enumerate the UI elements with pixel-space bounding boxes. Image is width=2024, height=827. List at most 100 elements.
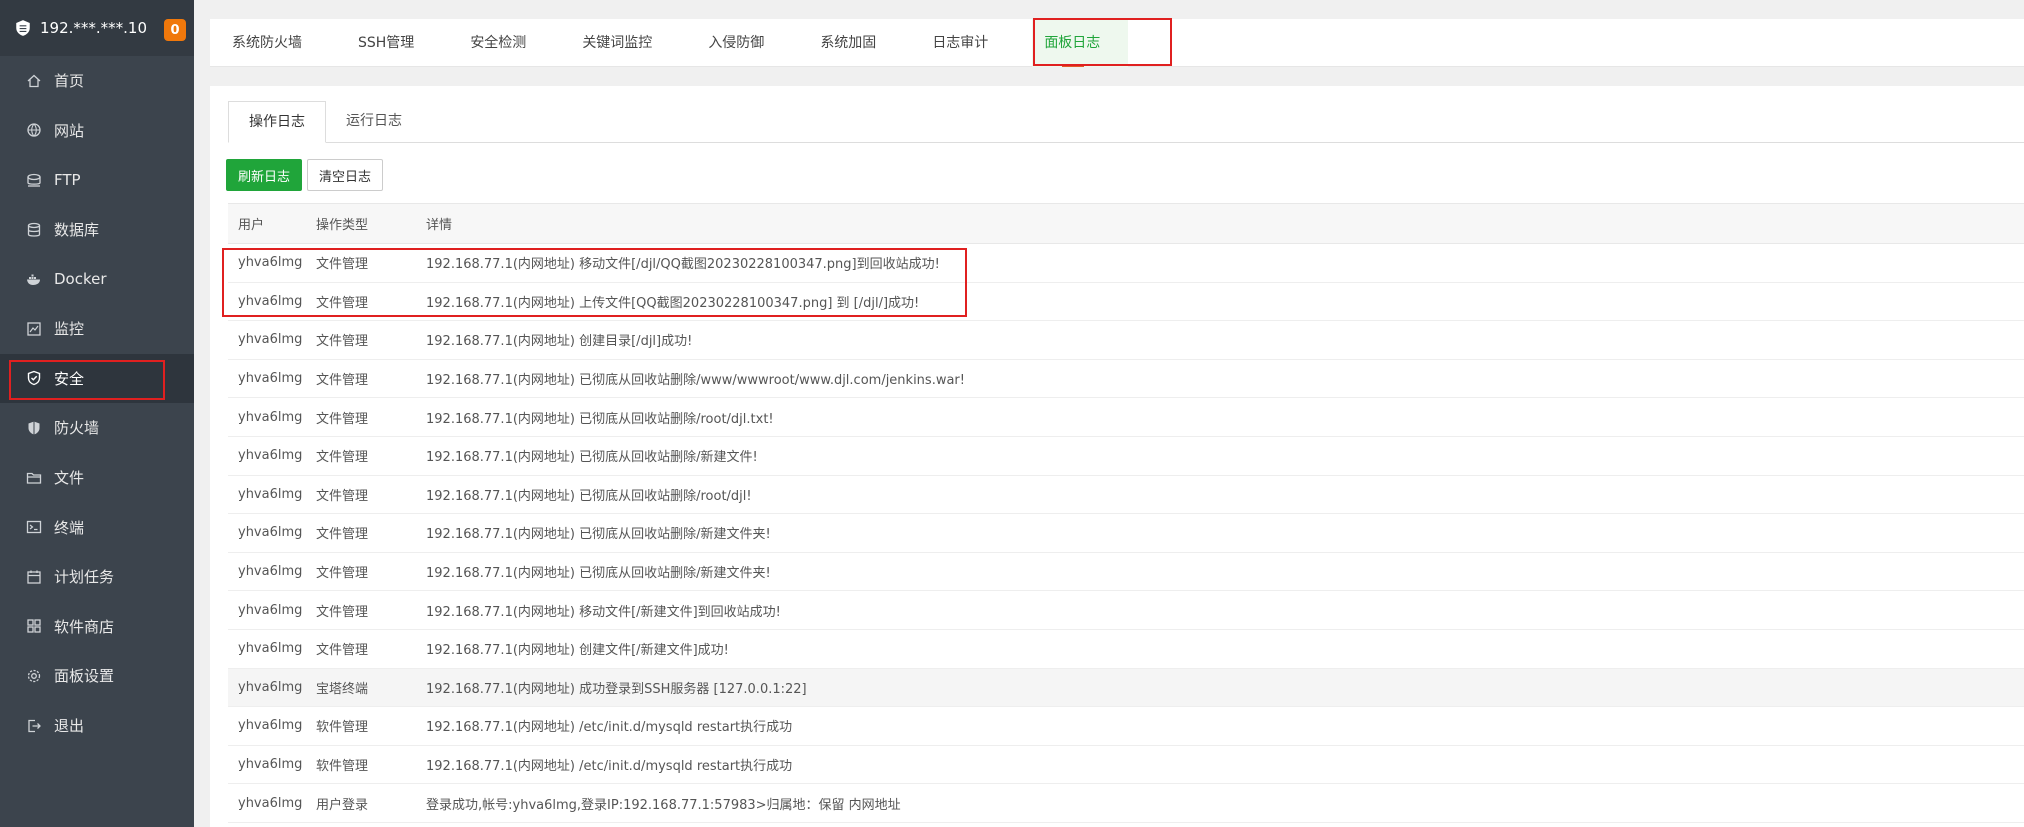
sidebar-item-settings[interactable]: 面板设置 [0, 651, 194, 701]
database-icon [26, 222, 42, 238]
sidebar-nav: 首页 网站 FTP 数据库 Docker 监控 安全 防火墙 文件 终端 计划任… [0, 56, 194, 750]
sidebar-item-label: 文件 [54, 469, 85, 488]
tab-security-check[interactable]: 安全检测 [470, 19, 526, 67]
sidebar-item-files[interactable]: 文件 [0, 453, 194, 503]
table-row: yhva6lmg 文件管理 192.168.77.1(内网地址) 已彻底从回收站删除… [228, 552, 2024, 592]
cell-detail: 192.168.77.1(内网地址) 移动文件[/新建文件]到回收站成功! [416, 590, 2024, 630]
table-row: yhva6lmg 软件管理 192.168.77.1(内网地址) /etc/init… [228, 745, 2024, 785]
sidebar-item-cron[interactable]: 计划任务 [0, 552, 194, 602]
cell-detail: 192.168.77.1(内网地址) 已彻底从回收站删除/新建文件夹! [416, 513, 2024, 553]
tab-log-audit[interactable]: 日志审计 [932, 19, 988, 67]
sidebar-item-logout[interactable]: 退出 [0, 701, 194, 751]
logout-icon [26, 718, 42, 734]
cell-detail: 192.168.77.1(内网地址) 已彻底从回收站删除/新建文件夹! [416, 552, 2024, 592]
sidebar-item-store[interactable]: 软件商店 [0, 602, 194, 652]
tab-operation-log[interactable]: 操作日志 [228, 101, 326, 143]
cell-detail: 192.168.77.1(内网地址) 创建文件[/新建文件]成功! [416, 629, 2024, 669]
cell-detail: 192.168.77.1(内网地址) /etc/init.d/mysqld re… [416, 706, 2024, 746]
cell-user: yhva6lmg [228, 745, 306, 785]
panel-log-card: 操作日志 运行日志 刷新日志 清空日志 用户 操作类型 详情 yhva6lmg 文… [210, 86, 2024, 827]
column-header-type: 操作类型 [306, 203, 416, 244]
tab-system-firewall[interactable]: 系统防火墙 [232, 19, 302, 67]
cell-detail: 192.168.77.1(内网地址) 已彻底从回收站删除/新建文件! [416, 436, 2024, 476]
sidebar-item-security[interactable]: 安全 [0, 353, 194, 404]
server-host: 192.***.***.10 [40, 19, 148, 37]
table-row: yhva6lmg 软件管理 192.168.77.1(内网地址) /etc/init… [228, 706, 2024, 746]
cell-user: yhva6lmg [228, 668, 306, 708]
tab-intrusion-defense[interactable]: 入侵防御 [708, 19, 764, 67]
log-actions: 刷新日志 清空日志 [226, 159, 384, 191]
cell-type: 文件管理 [306, 513, 416, 553]
table-row: yhva6lmg 文件管理 192.168.77.1(内网地址) 创建文件[/新建文… [228, 629, 2024, 669]
sidebar-item-label: 防火墙 [54, 419, 100, 438]
cell-type: 文件管理 [306, 282, 416, 322]
sidebar-item-label: 计划任务 [54, 568, 115, 587]
sidebar-item-label: Docker [54, 270, 107, 289]
sidebar-item-firewall[interactable]: 防火墙 [0, 403, 194, 453]
cell-user: yhva6lmg [228, 590, 306, 630]
table-row: yhva6lmg 宝塔终端 192.168.77.1(内网地址) 成功登录到SSH服… [228, 668, 2024, 708]
cell-type: 宝塔终端 [306, 668, 416, 708]
refresh-log-button[interactable]: 刷新日志 [226, 159, 303, 191]
cell-user: yhva6lmg [228, 475, 306, 515]
sidebar-item-site[interactable]: 网站 [0, 106, 194, 156]
sidebar-item-label: 退出 [54, 717, 85, 736]
server-shield-icon [16, 20, 30, 36]
globe-icon [26, 122, 42, 138]
cell-user: yhva6lmg [228, 783, 306, 823]
cell-type: 文件管理 [306, 629, 416, 669]
cell-type: 文件管理 [306, 590, 416, 630]
cell-user: yhva6lmg [228, 552, 306, 592]
tab-ssh-management[interactable]: SSH管理 [358, 19, 414, 67]
cell-detail: 192.168.77.1(内网地址) 成功登录到SSH服务器 [127.0.0.… [416, 668, 2024, 708]
cell-user: yhva6lmg [228, 243, 306, 283]
docker-icon [26, 271, 42, 287]
sidebar-item-label: 软件商店 [54, 617, 115, 636]
sidebar-item-label: 网站 [54, 121, 85, 140]
cell-detail: 192.168.77.1(内网地址) 移动文件[/djl/QQ截图2023022… [416, 243, 2024, 283]
log-table: 用户 操作类型 详情 yhva6lmg 文件管理 192.168.77.1(内网地址… [228, 203, 2024, 823]
sidebar-item-home[interactable]: 首页 [0, 56, 194, 106]
sidebar-item-terminal[interactable]: 终端 [0, 502, 194, 552]
sidebar-item-label: FTP [54, 170, 81, 189]
cell-user: yhva6lmg [228, 513, 306, 553]
cell-detail: 192.168.77.1(内网地址) 已彻底从回收站删除/www/wwwroot… [416, 359, 2024, 399]
clear-log-button[interactable]: 清空日志 [307, 159, 384, 191]
tab-keyword-monitor[interactable]: 关键词监控 [582, 19, 652, 67]
apps-icon [26, 618, 42, 634]
table-row: yhva6lmg 文件管理 192.168.77.1(内网地址) 上传文件[QQ截图… [228, 282, 2024, 322]
cell-user: yhva6lmg [228, 320, 306, 360]
cell-detail: 192.168.77.1(内网地址) 已彻底从回收站删除/root/djl.tx… [416, 397, 2024, 437]
table-row: yhva6lmg 用户登录 登录成功,帐号:yhva6lmg,登录IP:192.16… [228, 783, 2024, 823]
table-row: yhva6lmg 文件管理 192.168.77.1(内网地址) 已彻底从回收站删除… [228, 397, 2024, 437]
tab-run-log[interactable]: 运行日志 [326, 101, 422, 142]
cell-type: 文件管理 [306, 436, 416, 476]
cell-type: 软件管理 [306, 706, 416, 746]
cell-type: 文件管理 [306, 397, 416, 437]
tab-system-hardening[interactable]: 系统加固 [820, 19, 876, 67]
security-tab-bar: 系统防火墙 SSH管理 安全检测 关键词监控 入侵防御 系统加固 日志审计 面板… [210, 18, 2024, 67]
cell-user: yhva6lmg [228, 359, 306, 399]
sidebar-header: 192.***.***.10 0 [0, 0, 194, 56]
sidebar-item-docker[interactable]: Docker [0, 254, 194, 304]
terminal-icon [26, 519, 42, 535]
sidebar-item-ftp[interactable]: FTP [0, 155, 194, 205]
table-row: yhva6lmg 文件管理 192.168.77.1(内网地址) 创建目录[/djl… [228, 320, 2024, 360]
sidebar-item-monitor[interactable]: 监控 [0, 304, 194, 354]
sidebar: 192.***.***.10 0 首页 网站 FTP 数据库 Docker 监控 [0, 0, 194, 827]
table-row: yhva6lmg 文件管理 192.168.77.1(内网地址) 移动文件[/djl… [228, 243, 2024, 283]
sidebar-item-label: 终端 [54, 518, 85, 537]
cell-user: yhva6lmg [228, 629, 306, 669]
sidebar-item-database[interactable]: 数据库 [0, 205, 194, 255]
log-sub-tabs: 操作日志 运行日志 [228, 101, 2024, 143]
cell-type: 软件管理 [306, 745, 416, 785]
cell-user: yhva6lmg [228, 397, 306, 437]
notification-badge[interactable]: 0 [164, 19, 186, 41]
cell-type: 文件管理 [306, 320, 416, 360]
tab-panel-logs[interactable]: 面板日志 [1032, 18, 1129, 67]
cell-detail: 192.168.77.1(内网地址) 创建目录[/djl]成功! [416, 320, 2024, 360]
sidebar-item-label: 安全 [54, 369, 85, 388]
sidebar-item-label: 面板设置 [54, 667, 115, 686]
cell-type: 用户登录 [306, 783, 416, 823]
table-row: yhva6lmg 文件管理 192.168.77.1(内网地址) 已彻底从回收站删除… [228, 359, 2024, 399]
